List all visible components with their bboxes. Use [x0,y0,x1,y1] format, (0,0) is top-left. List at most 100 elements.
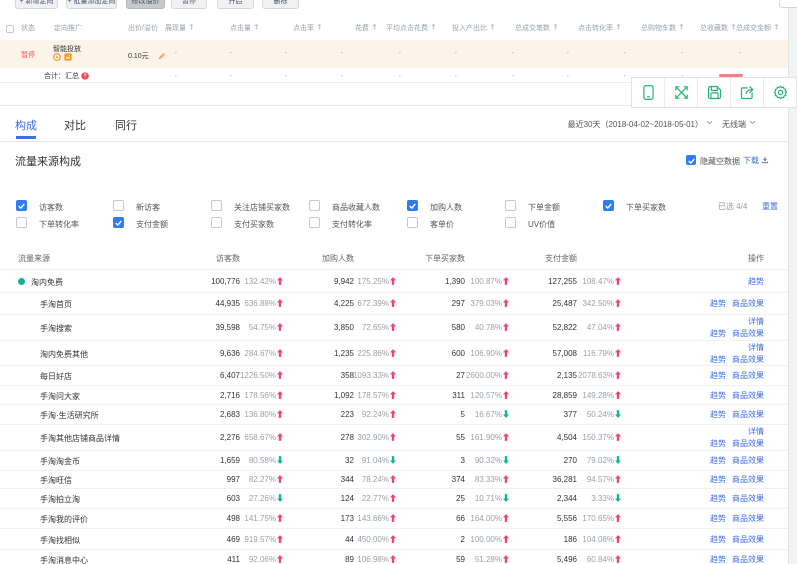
action-link[interactable]: 趋势 [710,299,726,308]
tab-peers[interactable]: 同行 [115,117,137,133]
col-bid[interactable]: 出价/溢价 [128,23,158,33]
action-link[interactable]: 商品效果 [732,410,764,419]
action-link[interactable]: 商品效果 [732,494,764,503]
settings-button[interactable] [763,78,796,107]
campaign-col-点击量[interactable]: 点击量 [230,23,259,33]
creative-image-icon[interactable] [64,53,72,61]
campaign-row[interactable]: 暂停 智能投放 0.10元 ----------- [0,40,797,68]
toolbar-button-1[interactable]: + 新增定向 [15,0,58,9]
question-icon[interactable]: ? [81,72,89,80]
action-link[interactable]: 商品效果 [732,299,764,308]
terminal-selector[interactable]: 无线端 [722,119,756,130]
unchecked-checkbox[interactable] [309,200,320,211]
action-link[interactable]: 商品效果 [732,329,764,338]
metric-value: 25,487 [553,299,577,308]
campaign-col-总成交金额[interactable]: 总成交金额 [736,23,779,33]
toolbar-button-4[interactable]: 暂停 [171,0,207,9]
campaign-col-点击率[interactable]: 点击率 [293,23,322,33]
action-link[interactable]: 趋势 [710,410,726,419]
action-link[interactable]: 趋势 [710,439,726,448]
action-link[interactable]: 趋势 [710,391,726,400]
col-label: 投入产出比 [452,25,487,32]
partial-corner-button[interactable] [779,0,797,8]
edit-bid-icon[interactable] [157,52,166,61]
action-link[interactable]: 趋势 [710,494,726,503]
campaign-col-展现量[interactable]: 展现量 [165,23,194,33]
toolbar-button-6[interactable]: 删除 [262,0,299,9]
campaign-col-总购物车数[interactable]: 总购物车数 [641,23,684,33]
checked-checkbox[interactable] [113,217,124,228]
metric-change: 78.24% [362,475,396,484]
action-link[interactable]: 商品效果 [732,555,764,564]
col-label: 总收藏数 [700,25,728,32]
action-link[interactable]: 趋势 [710,535,726,544]
action-link[interactable]: 商品效果 [732,535,764,544]
action-link[interactable]: 商品效果 [732,456,764,465]
select-all-checkbox[interactable] [6,25,14,33]
campaign-col-点击转化率[interactable]: 点击转化率 [578,23,621,33]
fullscreen-button[interactable] [664,78,697,107]
tab-composition[interactable]: 构成 [15,117,37,133]
traffic-table-header: 流量来源访客数加购人数下单买家数支付金额操作 [0,245,797,269]
action-link[interactable]: 商品效果 [732,371,764,380]
campaign-col-花费[interactable]: 花费 [355,23,377,33]
tab-compare[interactable]: 对比 [64,117,86,133]
action-link[interactable]: 商品效果 [732,475,764,484]
action-link[interactable]: 趋势 [710,355,726,364]
checked-checkbox[interactable] [407,200,418,211]
export-button[interactable] [730,78,763,107]
save-button[interactable] [697,78,730,107]
unchecked-checkbox[interactable] [16,217,27,228]
action-link[interactable]: 趋势 [710,514,726,523]
action-link[interactable]: 趋势 [710,329,726,338]
hide-empty-checkbox[interactable] [686,155,696,165]
unchecked-checkbox[interactable] [505,200,516,211]
campaign-col-投入产出比[interactable]: 投入产出比 [452,23,495,33]
checked-checkbox[interactable] [603,200,614,211]
unchecked-checkbox[interactable] [505,217,516,228]
action-link[interactable]: 商品效果 [732,514,764,523]
reset-link[interactable]: 重置 [762,201,778,212]
up-arrow-icon [277,475,283,483]
unchecked-checkbox[interactable] [113,200,124,211]
source-name: 每日好店 [40,371,72,382]
toolbar-button-3[interactable]: 修改溢价 [126,0,165,9]
campaign-col-总收藏数[interactable]: 总收藏数 [700,23,736,33]
action-link[interactable]: 详情 [748,343,764,352]
empty-value: - [624,73,626,80]
metric-change: 2078.63% [578,371,621,380]
unchecked-checkbox[interactable] [407,217,418,228]
action-link[interactable]: 趋势 [710,475,726,484]
col-status[interactable]: 状态 [21,23,35,33]
up-arrow-icon [390,391,396,399]
action-link[interactable]: 商品效果 [732,439,764,448]
date-range-selector[interactable]: 最近30天（2018-04-02~2018-05-01） [568,119,713,130]
metric-change: 80.58% [249,456,283,465]
action-link[interactable]: 商品效果 [732,391,764,400]
toolbar-button-5[interactable]: 开启 [217,0,254,9]
unchecked-checkbox[interactable] [211,200,222,211]
unchecked-checkbox[interactable] [211,217,222,228]
download-link[interactable]: 下载 [743,155,769,166]
campaign-col-总成交笔数[interactable]: 总成交笔数 [515,23,558,33]
unchecked-checkbox[interactable] [309,217,320,228]
action-link[interactable]: 详情 [748,317,764,326]
action-link[interactable]: 商品效果 [732,355,764,364]
toolbar-button-2[interactable]: + 批量添加定向 [66,0,117,9]
action-link[interactable]: 详情 [748,427,764,436]
metric-value: 6,407 [220,371,240,380]
col-campaign[interactable]: 定向推广 [54,23,82,33]
checked-checkbox[interactable] [16,200,27,211]
metric-change: 342.50% [582,299,621,308]
action-link[interactable]: 趋势 [748,277,764,286]
checkbox-wrap [211,200,222,213]
filter-label: 新访客 [136,202,160,213]
action-link[interactable]: 趋势 [710,456,726,465]
play-icon[interactable] [53,53,61,61]
action-link[interactable]: 趋势 [710,555,726,564]
campaign-col-平均点击花费[interactable]: 平均点击花费 [386,23,436,33]
mobile-preview-button[interactable] [632,78,664,107]
action-link[interactable]: 趋势 [710,371,726,380]
filter-label: 支付金额 [136,219,168,230]
up-arrow-icon [503,555,509,563]
